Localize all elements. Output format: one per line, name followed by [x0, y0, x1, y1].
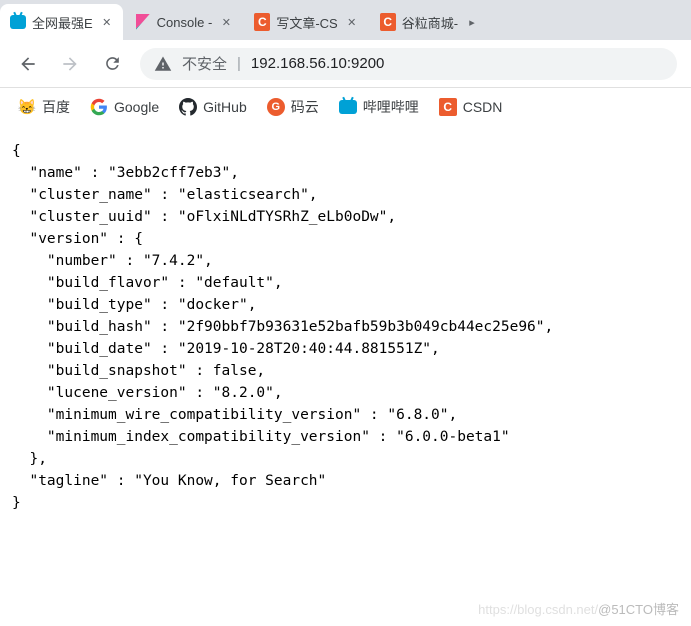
- bookmark-label: GitHub: [203, 99, 247, 115]
- csdn-icon: C: [380, 14, 396, 30]
- google-icon: [90, 98, 108, 116]
- bookmark-label: 码云: [291, 97, 319, 117]
- toolbar: 不安全 | 192.168.56.10:9200: [0, 40, 691, 88]
- tab-title: 谷粒商城-: [402, 13, 458, 32]
- close-icon[interactable]: ✕: [99, 14, 115, 30]
- bilibili-icon: [339, 98, 357, 116]
- csdn-icon: C: [439, 98, 457, 116]
- kibana-icon: [135, 14, 151, 30]
- tab-1[interactable]: 全网最强E ✕: [0, 4, 123, 40]
- separator: |: [237, 55, 241, 72]
- tab-2[interactable]: Console - ✕: [125, 4, 243, 40]
- tab-title: 全网最强E: [32, 13, 93, 32]
- close-icon[interactable]: ✕: [218, 14, 234, 30]
- close-icon[interactable]: ▸: [464, 14, 480, 30]
- tab-3[interactable]: C 写文章-CS ✕: [244, 4, 367, 40]
- bookmark-label: 百度: [42, 97, 70, 117]
- bookmark-bilibili[interactable]: 哔哩哔哩: [339, 97, 419, 117]
- bookmark-csdn[interactable]: C CSDN: [439, 98, 503, 116]
- url-text: 192.168.56.10:9200: [251, 55, 384, 72]
- tab-bar: 全网最强E ✕ Console - ✕ C 写文章-CS ✕ C 谷粒商城- ▸: [0, 0, 691, 40]
- bookmark-label: 哔哩哔哩: [363, 97, 419, 117]
- tab-title: Console -: [157, 15, 213, 30]
- address-bar[interactable]: 不安全 | 192.168.56.10:9200: [140, 48, 677, 80]
- tab-title: 写文章-CS: [276, 13, 337, 32]
- watermark: https://blog.csdn.net/@51CTO博客: [478, 599, 679, 618]
- forward-button[interactable]: [56, 50, 84, 78]
- warning-icon: [154, 55, 172, 73]
- bookmark-gitee[interactable]: G 码云: [267, 97, 319, 117]
- bilibili-icon: [10, 14, 26, 30]
- close-icon[interactable]: ✕: [344, 14, 360, 30]
- bookmark-google[interactable]: Google: [90, 98, 159, 116]
- bookmarks-bar: 😸 百度 Google GitHub G 码云 哔哩哔哩 C CSDN: [0, 88, 691, 126]
- json-response: { "name" : "3ebb2cff7eb3", "cluster_name…: [0, 126, 691, 528]
- csdn-icon: C: [254, 14, 270, 30]
- back-button[interactable]: [14, 50, 42, 78]
- bookmark-github[interactable]: GitHub: [179, 98, 247, 116]
- bookmark-label: CSDN: [463, 99, 503, 115]
- tab-4[interactable]: C 谷粒商城- ▸: [370, 4, 488, 40]
- github-icon: [179, 98, 197, 116]
- baidu-icon: 😸: [18, 98, 36, 116]
- security-label: 不安全: [182, 53, 227, 74]
- gitee-icon: G: [267, 98, 285, 116]
- reload-button[interactable]: [98, 50, 126, 78]
- bookmark-label: Google: [114, 99, 159, 115]
- bookmark-baidu[interactable]: 😸 百度: [18, 97, 70, 117]
